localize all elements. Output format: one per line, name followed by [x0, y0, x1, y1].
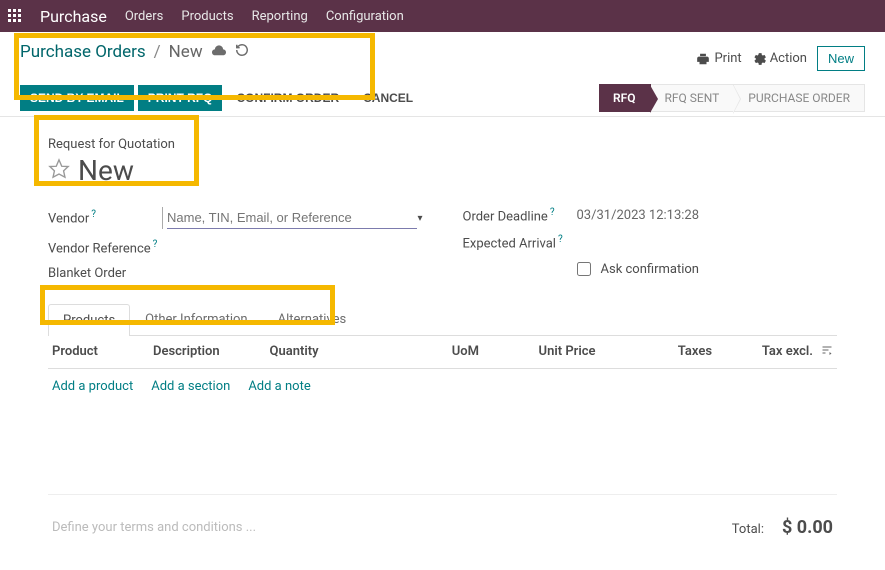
- send-email-button[interactable]: SEND BY EMAIL: [20, 85, 134, 111]
- dropdown-caret-icon[interactable]: ▾: [417, 213, 422, 224]
- col-taxes: Taxes: [600, 344, 717, 360]
- order-deadline-label: Order Deadline?: [463, 207, 577, 224]
- cloud-save-icon[interactable]: [211, 43, 227, 61]
- form-title: Request for Quotation: [48, 137, 837, 152]
- status-purchase-order[interactable]: PURCHASE ORDER: [734, 84, 865, 112]
- print-label: Print: [714, 51, 741, 66]
- ask-confirmation-label: Ask confirmation: [601, 262, 700, 277]
- breadcrumb: Purchase Orders / New: [20, 42, 249, 62]
- nav-orders[interactable]: Orders: [125, 9, 164, 24]
- help-icon: ?: [91, 209, 96, 220]
- help-icon: ?: [558, 234, 563, 245]
- vendor-input[interactable]: [167, 207, 417, 229]
- print-button[interactable]: Print: [696, 51, 741, 66]
- tab-other-information[interactable]: Other Information: [130, 303, 262, 335]
- ask-confirmation-checkbox[interactable]: [577, 262, 591, 276]
- confirm-order-button[interactable]: CONFIRM ORDER: [226, 85, 349, 111]
- col-description: Description: [149, 344, 266, 360]
- col-tax-excl: Tax excl.: [716, 344, 817, 360]
- action-label: Action: [770, 51, 807, 66]
- terms-placeholder[interactable]: Define your terms and conditions ...: [52, 520, 256, 535]
- col-unit-price: Unit Price: [483, 344, 600, 360]
- discard-icon[interactable]: [235, 43, 249, 61]
- table-header: Product Description Quantity UoM Unit Pr…: [48, 336, 837, 369]
- tab-alternatives[interactable]: Alternatives: [263, 303, 362, 335]
- vendor-label: Vendor?: [48, 209, 162, 226]
- help-icon: ?: [550, 207, 555, 218]
- total-value: $ 0.00: [782, 517, 833, 538]
- help-icon: ?: [153, 239, 158, 250]
- vendor-reference-label: Vendor Reference?: [48, 239, 162, 256]
- nav-configuration[interactable]: Configuration: [326, 9, 404, 24]
- app-brand[interactable]: Purchase: [40, 7, 107, 26]
- tab-products[interactable]: Products: [48, 304, 130, 336]
- status-bar: RFQ RFQ SENT PURCHASE ORDER: [599, 84, 865, 112]
- status-rfq[interactable]: RFQ: [599, 84, 651, 112]
- nav-products[interactable]: Products: [181, 9, 233, 24]
- breadcrumb-sep: /: [154, 42, 161, 62]
- expected-arrival-label: Expected Arrival?: [463, 234, 577, 251]
- col-uom: UoM: [382, 344, 483, 360]
- record-name: New: [78, 154, 134, 187]
- favorite-star-icon[interactable]: [48, 158, 70, 184]
- add-note-link[interactable]: Add a note: [248, 379, 310, 394]
- col-product: Product: [48, 344, 149, 360]
- add-section-link[interactable]: Add a section: [151, 379, 230, 394]
- column-options-icon[interactable]: [817, 344, 837, 360]
- status-rfq-sent[interactable]: RFQ SENT: [651, 84, 735, 112]
- order-deadline-value[interactable]: 03/31/2023 12:13:28: [577, 208, 700, 223]
- action-button[interactable]: Action: [752, 51, 807, 66]
- blanket-order-label: Blanket Order: [48, 266, 162, 281]
- nav-reporting[interactable]: Reporting: [252, 9, 308, 24]
- total-label: Total:: [732, 522, 764, 537]
- cancel-button[interactable]: CANCEL: [353, 85, 423, 111]
- breadcrumb-current: New: [169, 42, 203, 62]
- print-rfq-button[interactable]: PRINT RFQ: [138, 85, 223, 111]
- breadcrumb-parent[interactable]: Purchase Orders: [20, 42, 146, 62]
- add-product-link[interactable]: Add a product: [52, 379, 133, 394]
- apps-icon[interactable]: [8, 9, 22, 23]
- new-button[interactable]: New: [817, 46, 865, 71]
- col-quantity: Quantity: [266, 344, 383, 360]
